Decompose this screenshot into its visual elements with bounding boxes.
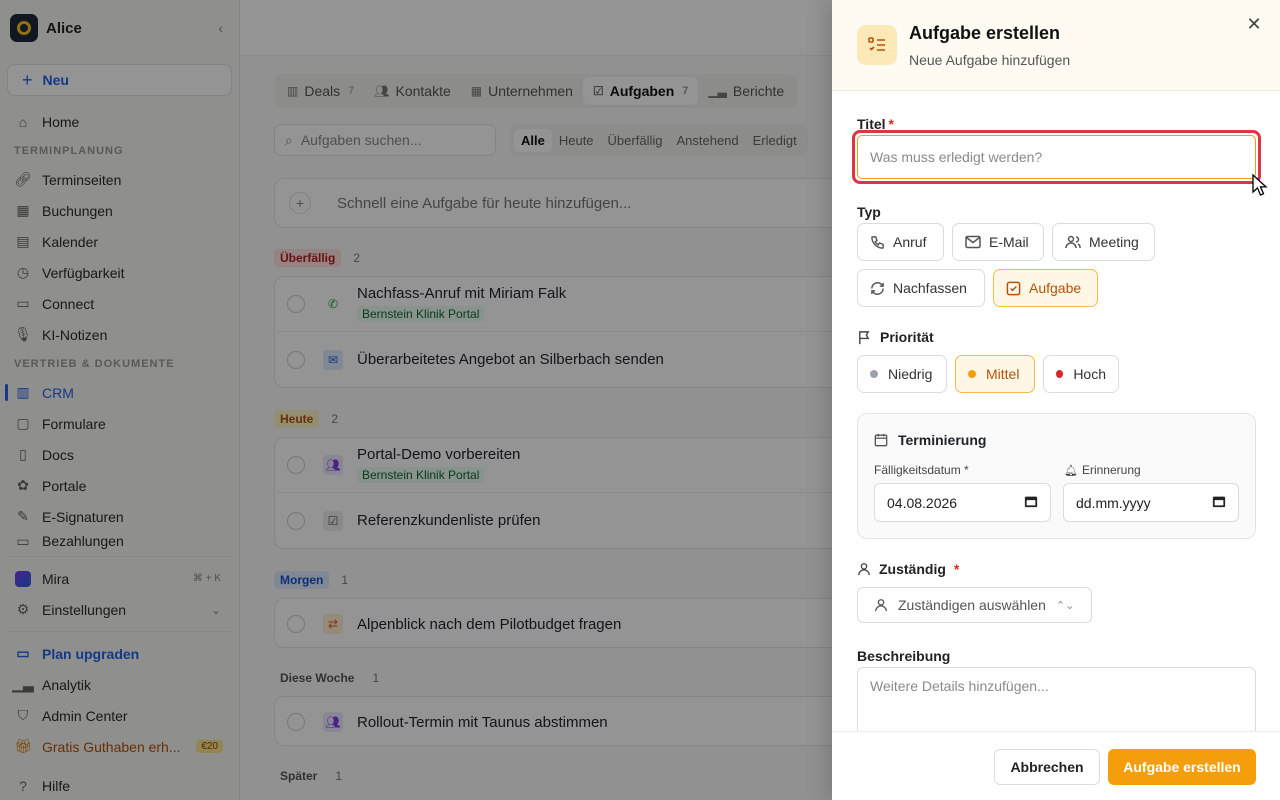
type-email[interactable]: E-Mail	[952, 223, 1044, 261]
type-nachfassen[interactable]: Nachfassen	[857, 269, 985, 307]
assignee-label-text: Zuständig	[879, 561, 946, 577]
type-label-text: E-Mail	[989, 234, 1029, 250]
priority-option-label: Mittel	[986, 366, 1020, 382]
type-meeting[interactable]: Meeting	[1052, 223, 1155, 261]
priority-label-text: Priorität	[880, 329, 934, 345]
scheduling-section: Terminierung Fälligkeitsdatum * 🔔︎ Erinn…	[857, 413, 1256, 539]
type-label: Typ	[857, 204, 881, 220]
type-anruf[interactable]: Anruf	[857, 223, 944, 261]
reminder-label-text: Erinnerung	[1081, 463, 1141, 477]
type-label-text: Nachfassen	[893, 280, 967, 296]
app-root: Alice ‹ + Neu ⌂ Home TERMINPLANUNG 🔗︎ Ter…	[0, 0, 1280, 800]
panel-subtitle: Neue Aufgabe hinzufügen	[909, 52, 1071, 68]
mouse-cursor-icon	[1252, 174, 1268, 196]
priority-option-label: Hoch	[1073, 366, 1106, 382]
priority-dot-medium	[968, 370, 976, 378]
bell-icon: 🔔︎	[1064, 464, 1078, 477]
panel-footer: Abbrechen Aufgabe erstellen	[832, 731, 1280, 800]
assignee-placeholder: Zuständigen auswählen	[898, 597, 1046, 613]
create-task-button[interactable]: Aufgabe erstellen	[1108, 749, 1256, 785]
modal-backdrop[interactable]	[0, 0, 832, 800]
panel-header: Aufgabe erstellen Neue Aufgabe hinzufüge…	[832, 0, 1280, 91]
flag-icon	[857, 330, 872, 345]
calendar-icon	[1212, 494, 1226, 511]
priority-niedrig[interactable]: Niedrig	[857, 355, 947, 393]
user-icon	[857, 562, 871, 576]
mail-icon	[965, 235, 981, 249]
assignee-label: Zuständig *	[857, 561, 959, 577]
priority-label: Priorität	[857, 329, 934, 345]
close-icon[interactable]: ✕	[1244, 14, 1264, 34]
chevron-updown-icon: ⌃⌄	[1055, 599, 1075, 612]
due-date-label: Fälligkeitsdatum *	[874, 463, 969, 477]
due-date-input[interactable]: 04.08.2026	[874, 483, 1051, 522]
calendar-icon	[1024, 494, 1038, 511]
required-mark: *	[953, 561, 960, 577]
priority-mittel[interactable]: Mittel	[955, 355, 1035, 393]
calendar-icon	[874, 433, 888, 447]
panel-title: Aufgabe erstellen	[909, 23, 1061, 43]
type-aufgabe[interactable]: Aufgabe	[993, 269, 1098, 307]
priority-hoch[interactable]: Hoch	[1043, 355, 1119, 393]
user-icon	[874, 598, 888, 612]
task-list-icon	[857, 25, 897, 65]
scheduling-title: Terminierung	[874, 432, 986, 448]
type-label-text: Aufgabe	[1029, 280, 1082, 296]
cancel-button[interactable]: Abbrechen	[994, 749, 1100, 785]
reminder-date-input[interactable]: dd.mm.yyyy	[1063, 483, 1239, 522]
users-icon	[1065, 235, 1081, 249]
reminder-placeholder: dd.mm.yyyy	[1076, 494, 1151, 511]
description-label: Beschreibung	[857, 648, 951, 664]
priority-dot-high	[1056, 370, 1064, 378]
due-date-value: 04.08.2026	[887, 494, 958, 511]
type-label-text: Anruf	[893, 234, 927, 250]
phone-icon	[870, 235, 885, 250]
priority-option-label: Niedrig	[888, 366, 933, 382]
priority-dot-low	[870, 370, 878, 378]
scheduling-title-text: Terminierung	[898, 432, 987, 448]
create-task-panel: Aufgabe erstellen Neue Aufgabe hinzufüge…	[832, 0, 1280, 800]
checkbox-icon	[1006, 281, 1021, 296]
refresh-icon	[870, 281, 885, 296]
reminder-label: 🔔︎ Erinnerung	[1064, 463, 1141, 477]
task-title-input[interactable]	[857, 135, 1256, 179]
assignee-select[interactable]: Zuständigen auswählen ⌃⌄	[857, 587, 1092, 623]
type-label-text: Meeting	[1089, 234, 1139, 250]
